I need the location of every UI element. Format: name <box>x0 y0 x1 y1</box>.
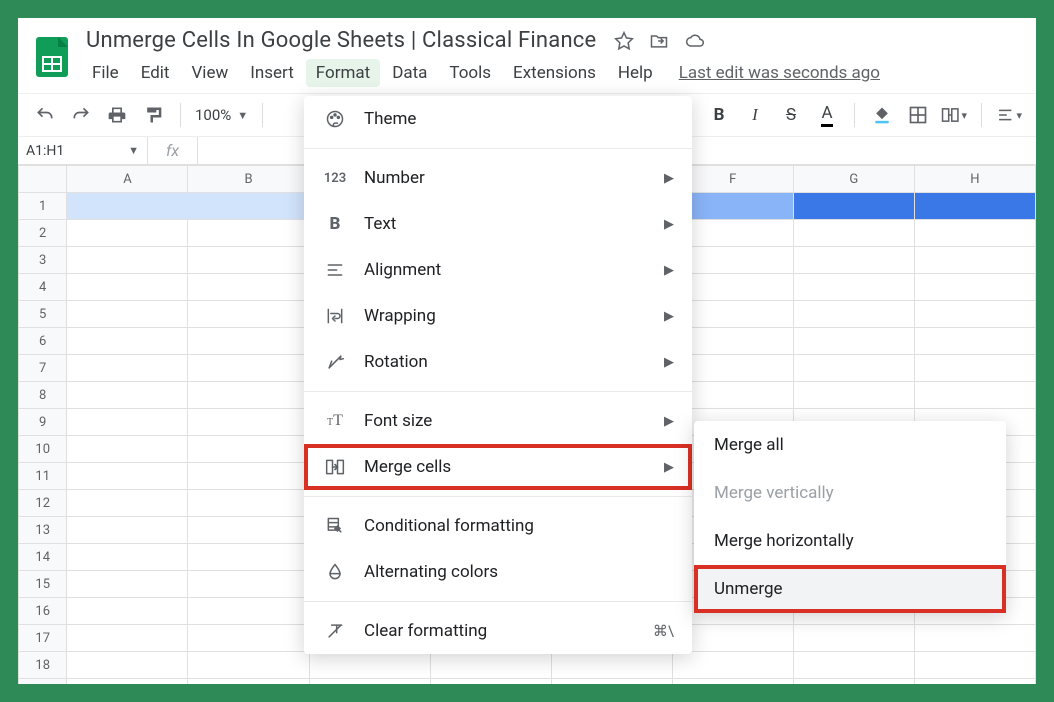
menu-item-label: Theme <box>364 109 416 129</box>
format-menu-number[interactable]: 123 Number ▶ <box>304 155 692 201</box>
format-menu-clear[interactable]: Clear formatting ⌘\ <box>304 608 692 654</box>
zoom-selector[interactable]: 100%▼ <box>195 106 248 124</box>
merge-submenu-merge-vert: Merge vertically <box>694 469 1006 517</box>
last-edit-link[interactable]: Last edit was seconds ago <box>679 63 880 83</box>
menu-item-label: Font size <box>364 411 432 431</box>
horizontal-align-button[interactable]: ▾ <box>996 102 1022 128</box>
123-icon: 123 <box>324 167 346 189</box>
menu-insert[interactable]: Insert <box>240 59 304 87</box>
menu-file[interactable]: File <box>82 59 129 87</box>
menu-extensions[interactable]: Extensions <box>503 59 606 87</box>
menu-item-label: Alignment <box>364 260 441 280</box>
text-color-button[interactable]: A <box>814 102 840 128</box>
drop-icon <box>324 561 346 583</box>
merge-submenu-merge-horiz[interactable]: Merge horizontally <box>694 517 1006 565</box>
row-18: 18 <box>19 652 1036 679</box>
col-header-b[interactable]: B <box>188 166 309 193</box>
submenu-arrow-icon: ▶ <box>664 217 674 232</box>
submenu-arrow-icon: ▶ <box>664 309 674 324</box>
menu-format[interactable]: Format <box>306 59 380 87</box>
fill-color-button[interactable] <box>869 102 895 128</box>
bold-button[interactable]: B <box>706 102 732 128</box>
merge-cells-button[interactable]: ▾ <box>941 102 967 128</box>
col-header-a[interactable]: A <box>67 166 188 193</box>
menu-data[interactable]: Data <box>382 59 437 87</box>
menu-help[interactable]: Help <box>608 59 663 87</box>
submenu-arrow-icon: ▶ <box>664 355 674 370</box>
tT-icon: TT <box>324 410 346 432</box>
document-title[interactable]: Unmerge Cells In Google Sheets | Classic… <box>82 26 600 55</box>
clear-icon <box>324 620 346 642</box>
merge-submenu-unmerge[interactable]: Unmerge <box>694 565 1006 613</box>
format-menu-fontsize[interactable]: TT Font size ▶ <box>304 398 692 444</box>
col-header-h[interactable]: H <box>914 166 1035 193</box>
menubar: File Edit View Insert Format Data Tools … <box>82 55 880 87</box>
bold-icon: B <box>324 213 346 235</box>
menu-item-label: Alternating colors <box>364 562 498 582</box>
fx-label: fx <box>148 137 198 164</box>
merge-cells-submenu: Merge allMerge verticallyMerge horizonta… <box>694 421 1006 613</box>
format-menu-alignment[interactable]: Alignment ▶ <box>304 247 692 293</box>
select-all-corner[interactable] <box>19 166 67 193</box>
format-menu-text[interactable]: B Text ▶ <box>304 201 692 247</box>
align-icon <box>324 259 346 281</box>
submenu-arrow-icon: ▶ <box>664 460 674 475</box>
star-icon[interactable] <box>614 31 634 51</box>
titlebar: Unmerge Cells In Google Sheets | Classic… <box>18 18 1036 87</box>
submenu-arrow-icon: ▶ <box>664 414 674 429</box>
wrap-icon <box>324 305 346 327</box>
merge-submenu-merge-all[interactable]: Merge all <box>694 421 1006 469</box>
print-button[interactable] <box>104 102 130 128</box>
italic-button[interactable]: I <box>742 102 768 128</box>
menu-item-label: Merge cells <box>364 457 451 477</box>
row-19: 19 <box>19 679 1036 685</box>
format-menu-alt[interactable]: Alternating colors <box>304 549 692 595</box>
redo-button[interactable] <box>68 102 94 128</box>
format-menu-wrapping[interactable]: Wrapping ▶ <box>304 293 692 339</box>
menu-item-label: Text <box>364 214 396 234</box>
format-menu-rotation[interactable]: Rotation ▶ <box>304 339 692 385</box>
format-menu-cond[interactable]: Conditional formatting <box>304 503 692 549</box>
menu-item-label: Wrapping <box>364 306 436 326</box>
menu-item-label: Conditional formatting <box>364 516 534 536</box>
name-box[interactable]: A1:H1▼ <box>18 137 148 164</box>
submenu-arrow-icon: ▶ <box>664 171 674 186</box>
paint-format-button[interactable] <box>140 102 166 128</box>
menu-view[interactable]: View <box>181 59 238 87</box>
menu-item-label: Number <box>364 168 425 188</box>
merge-icon <box>324 456 346 478</box>
format-menu-merge[interactable]: Merge cells ▶ <box>304 444 692 490</box>
submenu-arrow-icon: ▶ <box>664 263 674 278</box>
cond-icon <box>324 515 346 537</box>
move-to-folder-icon[interactable] <box>648 31 670 51</box>
menu-edit[interactable]: Edit <box>131 59 180 87</box>
strikethrough-button[interactable]: S <box>778 102 804 128</box>
format-menu-theme[interactable]: Theme <box>304 96 692 142</box>
menu-tools[interactable]: Tools <box>439 59 501 87</box>
undo-button[interactable] <box>32 102 58 128</box>
menu-item-label: Clear formatting <box>364 621 487 641</box>
palette-icon <box>324 108 346 130</box>
sheets-logo-icon[interactable] <box>34 33 70 81</box>
format-dropdown: Theme 123 Number ▶ B Text ▶ Alignment ▶ Wrapping ▶… <box>304 96 692 654</box>
borders-button[interactable] <box>905 102 931 128</box>
col-header-g[interactable]: G <box>793 166 914 193</box>
menu-item-label: Rotation <box>364 352 428 372</box>
keyboard-shortcut: ⌘\ <box>653 622 674 640</box>
cloud-status-icon[interactable] <box>684 31 706 51</box>
row-header[interactable]: 1 <box>19 193 67 220</box>
rotate-icon <box>324 351 346 373</box>
app-window: Unmerge Cells In Google Sheets | Classic… <box>18 18 1036 684</box>
